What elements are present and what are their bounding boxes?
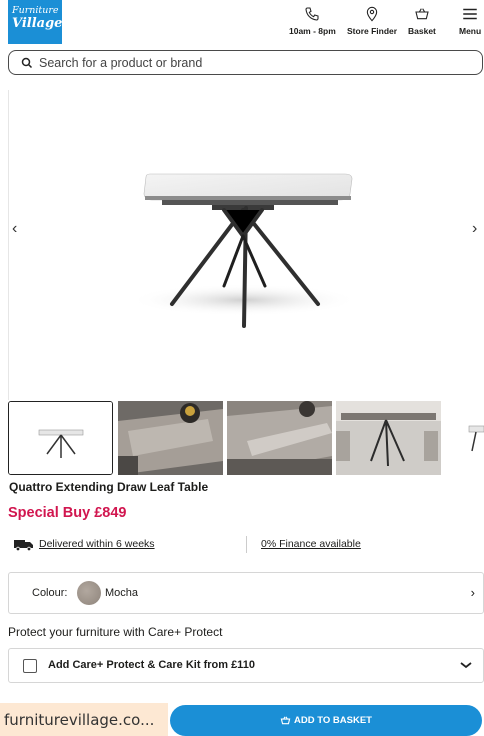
finance-link[interactable]: 0% Finance available (261, 538, 361, 550)
info-divider (246, 536, 247, 553)
chevron-right-icon: › (470, 585, 475, 600)
care-protect-checkbox[interactable] (23, 659, 37, 673)
thumbnail-3[interactable] (227, 401, 332, 475)
store-finder-button[interactable]: Store Finder (347, 6, 397, 36)
furniture-village-logo[interactable]: Furniture Village (8, 0, 62, 44)
care-protect-option[interactable]: Add Care+ Protect & Care Kit from £110 (8, 648, 484, 683)
thumbnail-5[interactable] (444, 401, 484, 475)
colour-value: Mocha (105, 587, 139, 599)
thumbnail-2-image (118, 401, 223, 475)
store-finder-label: Store Finder (347, 26, 398, 36)
phone-hours-label: 10am - 8pm (289, 26, 336, 36)
basket-icon (280, 716, 291, 725)
search-bar[interactable] (8, 50, 483, 75)
product-main-image (129, 173, 359, 328)
logo-line-2: Village (12, 15, 63, 31)
delivery-truck-icon (14, 540, 33, 551)
product-image-gallery[interactable] (0, 86, 484, 396)
colour-label: Colour: (32, 587, 68, 599)
add-to-basket-button[interactable]: ADD TO BASKET (170, 705, 482, 736)
menu-button[interactable]: Menu (459, 6, 481, 36)
chevron-down-icon[interactable] (459, 659, 473, 671)
care-protect-label: Add Care+ Protect & Care Kit from £110 (48, 659, 255, 671)
delivery-link[interactable]: Delivered within 6 weeks (39, 538, 155, 550)
location-pin-icon (366, 6, 378, 22)
thumbnail-4-image (336, 401, 441, 475)
menu-label: Menu (459, 26, 482, 36)
gallery-next-arrow[interactable]: › (472, 220, 477, 238)
basket-label: Basket (408, 26, 436, 36)
browser-url-bar[interactable]: furniturevillage.co... (0, 703, 168, 736)
logo-line-1: Furniture (12, 5, 59, 16)
basket-icon (415, 8, 429, 20)
hamburger-menu-icon (463, 8, 477, 20)
phone-hours-button[interactable]: 10am - 8pm (289, 6, 336, 36)
thumbnail-2[interactable] (118, 401, 223, 475)
add-to-basket-label: ADD TO BASKET (294, 715, 372, 726)
thumbnail-1-image (9, 402, 112, 474)
thumbnail-4[interactable] (336, 401, 441, 475)
colour-swatch (77, 581, 101, 605)
search-icon (21, 57, 33, 69)
basket-button[interactable]: Basket (408, 6, 436, 36)
gallery-prev-arrow[interactable]: ‹ (12, 220, 17, 238)
product-title: Quattro Extending Draw Leaf Table (9, 480, 209, 494)
product-price: Special Buy £849 (8, 505, 127, 521)
care-protect-heading: Protect your furniture with Care+ Protec… (8, 625, 223, 639)
phone-icon (305, 7, 319, 21)
site-header: Furniture Village 10am - 8pm Store Finde… (0, 0, 484, 46)
thumbnail-1[interactable] (8, 401, 113, 475)
search-input[interactable] (39, 54, 459, 72)
colour-selector[interactable]: Colour: Mocha › (8, 572, 484, 614)
thumbnail-3-image (227, 401, 332, 475)
thumbnail-5-image (444, 401, 484, 475)
